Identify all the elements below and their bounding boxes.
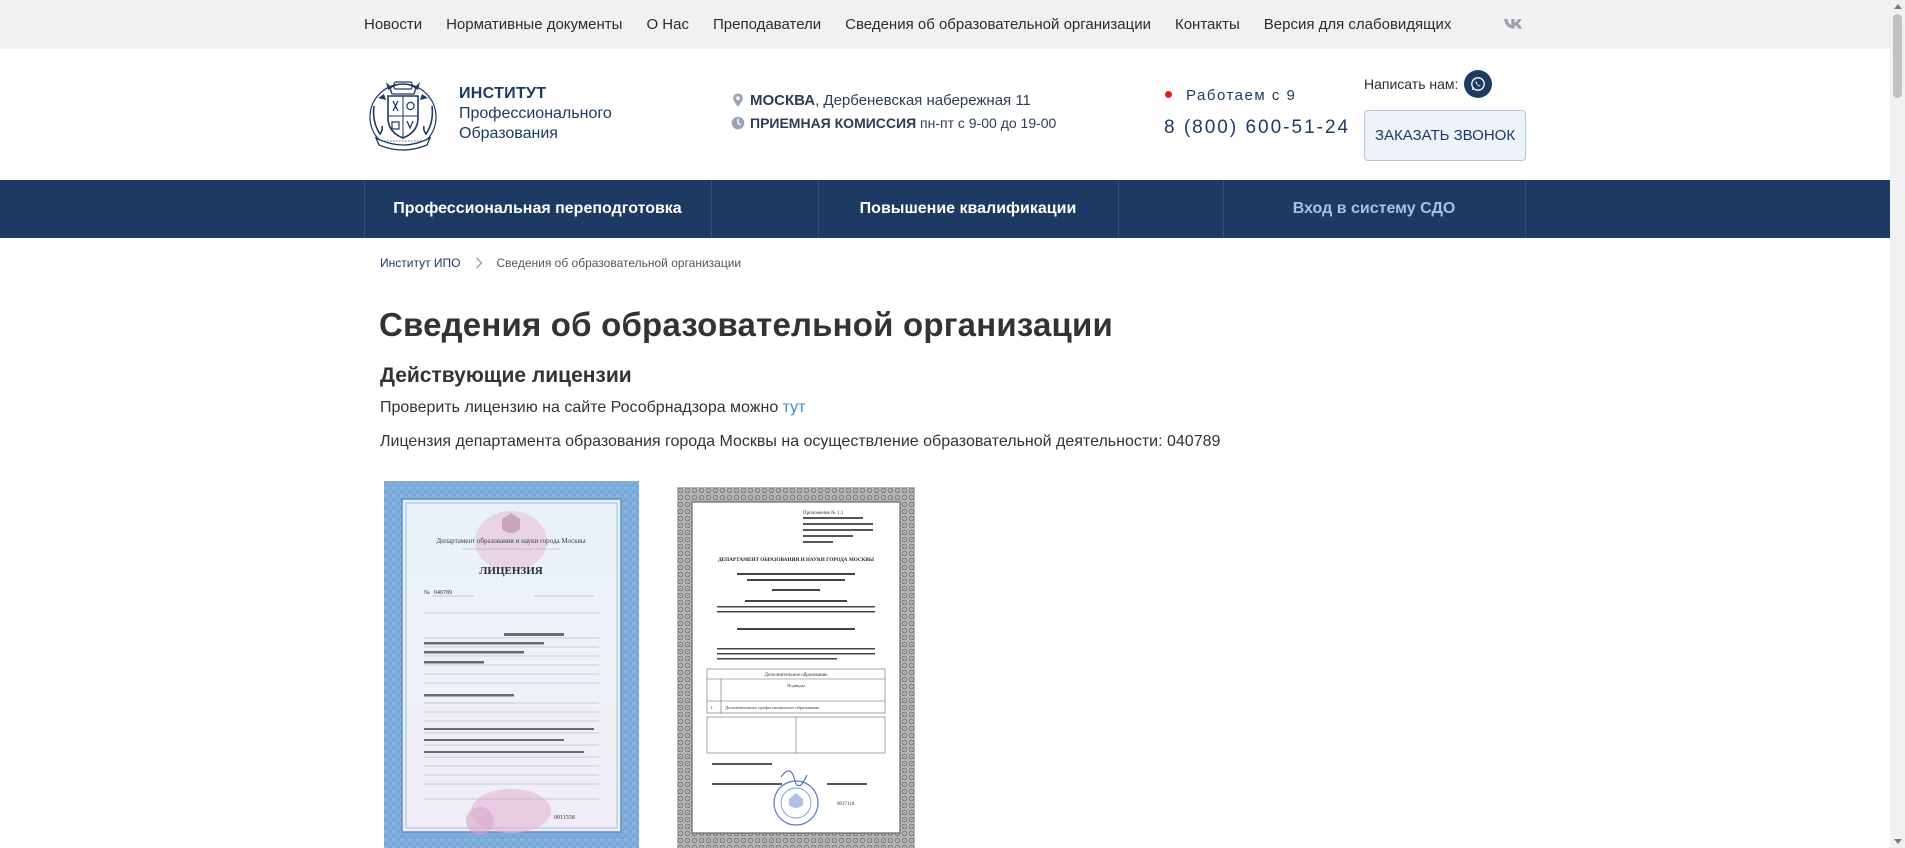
license-description: Лицензия департамента образования города… — [380, 433, 1221, 450]
main-nav-sdo-login[interactable]: Вход в систему СДО — [1223, 180, 1525, 238]
address: Москва, Дербеневская набережная 11 — [731, 92, 1031, 109]
main-nav: Профессиональная переподготовка Повышени… — [0, 180, 1890, 238]
status-dot — [1165, 91, 1172, 98]
top-nav-contacts[interactable]: Контакты — [1175, 16, 1240, 33]
doc1-department: Департамент образования и науки города М… — [436, 537, 586, 545]
doc1-number-label: № — [424, 590, 430, 596]
address-city: Москва — [750, 92, 816, 109]
doc2-row-text: Дополнительное профессиональное образова… — [725, 705, 819, 710]
admission-hours-value: пн-пт с 9-00 до 19-00 — [916, 115, 1057, 131]
scrollbar-thumb[interactable] — [1893, 14, 1902, 98]
main-nav-advanced-training[interactable]: Повышение квалификации — [818, 180, 1118, 238]
doc2-subsection: Подвиды — [787, 683, 805, 688]
order-callback-button[interactable]: Заказать звонок — [1364, 110, 1526, 161]
institute-crest-logo[interactable] — [364, 76, 442, 154]
write-us-label: Написать нам: — [1364, 76, 1459, 92]
clock-icon — [731, 116, 745, 130]
top-nav-about[interactable]: О Нас — [646, 16, 689, 33]
vk-icon[interactable] — [1503, 14, 1525, 34]
doc1-number: 040789 — [434, 590, 452, 596]
scroll-up-arrow-icon[interactable] — [1894, 4, 1902, 9]
working-status: Работаем с 9 — [1165, 87, 1296, 104]
page-scrollbar[interactable] — [1890, 0, 1905, 848]
top-nav-regulations[interactable]: Нормативные документы — [446, 16, 622, 33]
doc2-row-number: 1. — [710, 705, 713, 710]
doc1-series-number: 0011558 — [554, 815, 575, 821]
phone-number[interactable]: 8 (800) 600-51-24 — [1164, 117, 1350, 139]
main-nav-retraining[interactable]: Профессиональная переподготовка — [364, 180, 711, 238]
license-check-label: Проверить лицензию на сайте Рособрнадзор… — [380, 399, 783, 416]
license-check-link[interactable]: тут — [783, 399, 806, 416]
scroll-down-arrow-icon[interactable] — [1894, 839, 1902, 844]
breadcrumb-home[interactable]: Институт ИПО — [380, 256, 461, 270]
whatsapp-icon[interactable] — [1464, 70, 1493, 98]
top-nav: Новости Нормативные документы О Нас Преп… — [364, 0, 1451, 49]
working-status-text: Работаем с 9 — [1186, 87, 1297, 104]
doc2-section: Дополнительное образование — [764, 673, 828, 678]
top-nav-accessible-version[interactable]: Версия для слабовидящих — [1264, 16, 1452, 33]
license-appendix-image[interactable]: Приложение № 1.1 ДЕПАРТАМЕНТ ОБРАЗОВАНИЯ… — [677, 487, 915, 848]
site-header: ИНСТИТУТ Профессионального Образования М… — [0, 49, 1890, 180]
page-title: Сведения об образовательной организации — [379, 306, 1114, 343]
license-document-image[interactable]: Департамент образования и науки города М… — [384, 481, 639, 848]
admission-label: Приемная комиссия — [750, 115, 917, 131]
chevron-right-icon — [475, 257, 482, 269]
top-utility-bar: Новости Нормативные документы О Нас Преп… — [0, 0, 1890, 49]
top-nav-news[interactable]: Новости — [364, 16, 422, 33]
main-nav-divider — [711, 180, 712, 238]
logo-text[interactable]: ИНСТИТУТ Профессионального Образования — [459, 84, 612, 144]
location-pin-icon — [733, 93, 743, 107]
breadcrumb: Институт ИПО Сведения об образовательной… — [380, 256, 741, 270]
top-nav-teachers[interactable]: Преподаватели — [713, 16, 821, 33]
address-street: , Дербеневская набережная 11 — [815, 92, 1031, 109]
logo-line-2: Профессионального — [459, 105, 612, 122]
main-nav-divider — [1118, 180, 1119, 238]
main-nav-divider — [1525, 180, 1526, 238]
top-nav-organization-info[interactable]: Сведения об образовательной организации — [845, 16, 1151, 33]
logo-line-3: Образования — [459, 125, 558, 142]
doc1-title: ЛИЦЕНЗИЯ — [479, 565, 543, 577]
logo-line-1: ИНСТИТУТ — [459, 85, 547, 102]
breadcrumb-current: Сведения об образовательной организации — [496, 256, 742, 270]
write-us[interactable]: Написать нам: — [1364, 70, 1493, 98]
doc2-series-number: 0017118 — [837, 802, 855, 807]
doc2-appendix: Приложение № 1.1 — [803, 510, 844, 516]
section-title-licenses: Действующие лицензии — [380, 364, 632, 387]
doc2-department: ДЕПАРТАМЕНТ ОБРАЗОВАНИЯ И НАУКИ ГОРОДА М… — [718, 557, 874, 563]
license-check-text: Проверить лицензию на сайте Рособрнадзор… — [380, 399, 806, 417]
admission-hours: Приемная комиссия пн-пт с 9-00 до 19-00 — [731, 115, 1056, 131]
